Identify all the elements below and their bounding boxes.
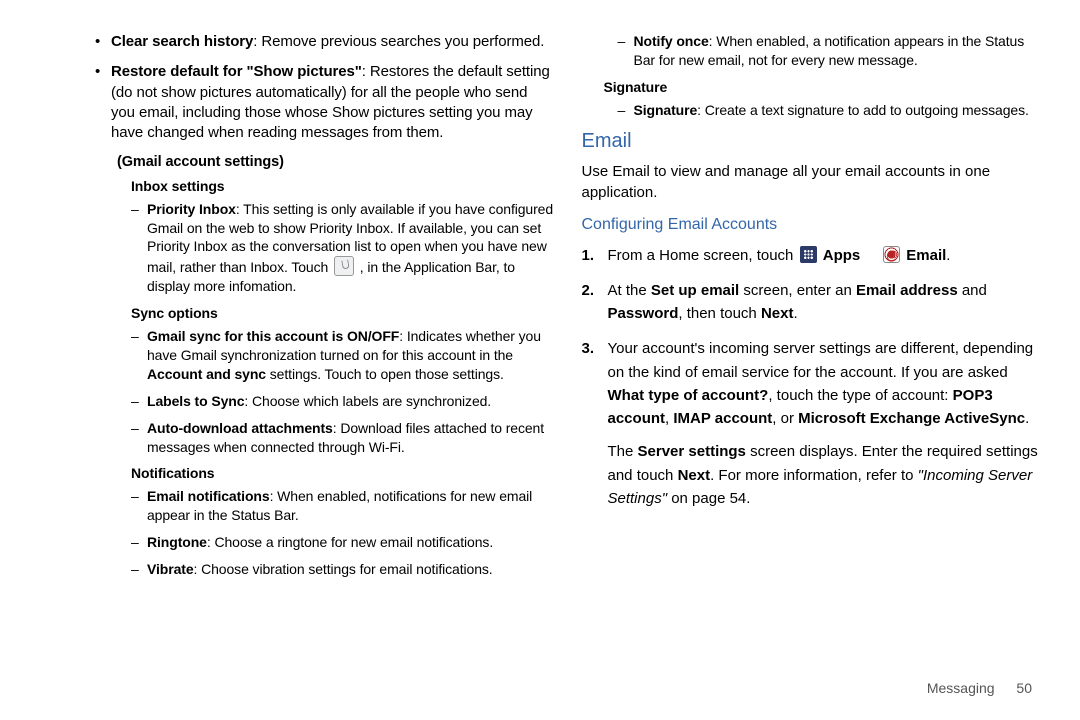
email-label: Email xyxy=(906,247,946,264)
term: Vibrate xyxy=(147,561,194,577)
b2: IMAP account xyxy=(673,410,772,427)
b0: Set up email xyxy=(651,282,739,299)
step-1: 1. From a Home screen, touch Apps Email. xyxy=(582,244,1041,267)
sync-auto-download: Auto-download attachments: Download file… xyxy=(131,419,554,457)
notif-email: Email notifications: When enabled, notif… xyxy=(131,487,554,525)
post-d: on page 54. xyxy=(667,490,750,507)
top-bullet-list: Clear search history: Remove previous se… xyxy=(95,32,554,143)
rest: : Create a text signature to add to outg… xyxy=(697,102,1029,118)
email-icon xyxy=(883,246,900,263)
t3: , or xyxy=(772,410,798,427)
term: Labels to Sync xyxy=(147,393,244,409)
manual-page: Clear search history: Remove previous se… xyxy=(0,0,1080,660)
post-bold-a: Server settings xyxy=(638,443,746,460)
t3: , then touch xyxy=(678,305,761,322)
post-a: The xyxy=(608,443,638,460)
b3: Microsoft Exchange ActiveSync xyxy=(798,410,1025,427)
term: Auto-download attachments xyxy=(147,420,333,436)
apps-label: Apps xyxy=(823,247,861,264)
notify-once: Notify once: When enabled, a notificatio… xyxy=(618,32,1041,70)
rest: : Choose which labels are synchronized. xyxy=(244,393,491,409)
t4: . xyxy=(793,305,797,322)
t0: From a Home screen, touch xyxy=(608,247,798,264)
configuring-email-heading: Configuring Email Accounts xyxy=(582,214,1041,236)
b3: Next xyxy=(761,305,794,322)
step-number: 1. xyxy=(582,244,595,267)
email-heading: Email xyxy=(582,128,1041,155)
b0: What type of account? xyxy=(608,387,769,404)
term: Notify once xyxy=(634,33,709,49)
notifications-heading: Notifications xyxy=(131,464,554,483)
chapter-name: Messaging xyxy=(927,680,995,696)
inbox-priority-inbox: Priority Inbox: This setting is only ava… xyxy=(131,200,554,296)
t1: screen, enter an xyxy=(739,282,856,299)
sync-gmail-sync: Gmail sync for this account is ON/OFF: I… xyxy=(131,327,554,384)
gmail-account-settings-heading: (Gmail account settings) xyxy=(117,153,554,173)
email-intro: Use Email to view and manage all your em… xyxy=(582,161,1041,205)
term: Clear search history xyxy=(111,33,253,50)
t4: . xyxy=(946,247,950,264)
notif-ringtone: Ringtone: Choose a ringtone for new emai… xyxy=(131,533,554,552)
steps-list: 1. From a Home screen, touch Apps Email.… xyxy=(582,244,1041,511)
step-number: 2. xyxy=(582,279,595,302)
inbox-settings-heading: Inbox settings xyxy=(131,177,554,196)
right-column: Notify once: When enabled, a notificatio… xyxy=(582,32,1041,640)
top-right-dash: Notify once: When enabled, a notificatio… xyxy=(618,32,1041,70)
rest: : Choose a ringtone for new email notifi… xyxy=(207,534,493,550)
step-3: 3. Your account's incoming server settin… xyxy=(582,337,1041,510)
post-bold-b: Next xyxy=(678,467,711,484)
step-number: 3. xyxy=(582,337,595,360)
t1: , touch the type of account: xyxy=(768,387,952,404)
notifications-list: Email notifications: When enabled, notif… xyxy=(131,487,554,579)
desc: : Remove previous searches you performed… xyxy=(253,33,544,50)
t0: At the xyxy=(608,282,651,299)
step-2: 2. At the Set up email screen, enter an … xyxy=(582,279,1041,326)
term: Signature xyxy=(634,102,698,118)
page-footer: Messaging 50 xyxy=(927,680,1032,696)
b2: Password xyxy=(608,305,679,322)
term: Gmail sync for this account is ON/OFF xyxy=(147,328,399,344)
post-c: . For more information, refer to xyxy=(710,467,918,484)
b1: Email address xyxy=(856,282,958,299)
t2: and xyxy=(958,282,987,299)
bullet-clear-history: Clear search history: Remove previous se… xyxy=(95,32,554,52)
apps-icon xyxy=(800,246,817,263)
sync-options-heading: Sync options xyxy=(131,304,554,323)
term: Ringtone xyxy=(147,534,207,550)
term: Email notifications xyxy=(147,488,270,504)
rest: : Choose vibration settings for email no… xyxy=(194,561,493,577)
term2: Account and sync xyxy=(147,366,266,382)
clip-icon xyxy=(334,256,354,276)
left-column: Clear search history: Remove previous se… xyxy=(95,32,554,640)
signature-item: Signature: Create a text signature to ad… xyxy=(618,101,1041,120)
term: Priority Inbox xyxy=(147,201,236,217)
term: Restore default for "Show pictures" xyxy=(111,63,362,80)
sync-options-list: Gmail sync for this account is ON/OFF: I… xyxy=(131,327,554,456)
inbox-settings-list: Priority Inbox: This setting is only ava… xyxy=(131,200,554,296)
bullet-restore-default: Restore default for "Show pictures": Res… xyxy=(95,62,554,143)
signature-heading: Signature xyxy=(604,78,1041,97)
page-number: 50 xyxy=(1016,680,1032,696)
signature-list: Signature: Create a text signature to ad… xyxy=(618,101,1041,120)
notif-vibrate: Vibrate: Choose vibration settings for e… xyxy=(131,560,554,579)
t4: . xyxy=(1025,410,1029,427)
rest: settings. Touch to open those settings. xyxy=(266,366,504,382)
t0: Your account's incoming server settings … xyxy=(608,340,1034,380)
sync-labels: Labels to Sync: Choose which labels are … xyxy=(131,392,554,411)
